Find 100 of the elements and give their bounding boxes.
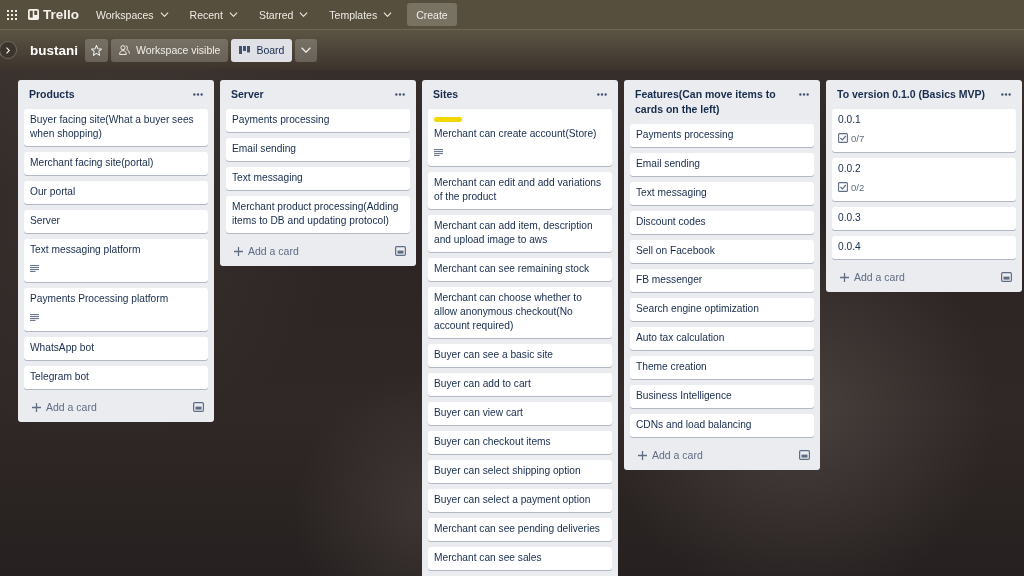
card-title: Text messaging xyxy=(636,186,707,200)
card-title: Buyer facing site(What a buyer sees when shopping) xyxy=(30,113,195,141)
add-card-button[interactable]: Add a card xyxy=(840,271,905,283)
card[interactable]: Merchant can create account(Store) xyxy=(428,109,612,166)
board-name: bustani xyxy=(30,42,78,58)
card[interactable]: 0.0.2 0/2 xyxy=(832,158,1016,201)
nav-menu-button[interactable]: Starred xyxy=(250,2,317,27)
card-title: Buyer can select shipping option xyxy=(434,464,581,478)
card[interactable]: Email sending xyxy=(630,153,814,176)
card[interactable]: Buyer can view cart xyxy=(428,402,612,425)
card[interactable]: Auto tax calculation xyxy=(630,327,814,350)
home-logo-link[interactable]: Trello xyxy=(28,7,79,22)
list-title: Sites xyxy=(433,87,460,102)
card[interactable]: Text messaging xyxy=(226,167,410,190)
card[interactable]: Sell on Facebook xyxy=(630,240,814,263)
card[interactable]: Merchant facing site(portal) xyxy=(24,152,208,175)
card-title: Our portal xyxy=(30,185,76,199)
card[interactable]: CDNs and load balancing xyxy=(630,414,814,437)
card[interactable]: Business Intelligence xyxy=(630,385,814,408)
card[interactable]: 0.0.3 xyxy=(832,207,1016,230)
expand-sidebar-button[interactable] xyxy=(0,41,17,59)
card[interactable]: Email sending xyxy=(226,138,410,161)
card-title: Email sending xyxy=(232,142,296,156)
card-title: Text messaging xyxy=(232,171,303,185)
card[interactable]: Buyer can select shipping option xyxy=(428,460,612,483)
card-title: Merchant can see pending deliveries xyxy=(434,522,600,536)
card-title: Payments processing xyxy=(636,128,734,142)
card[interactable]: Text messaging xyxy=(630,182,814,205)
card[interactable]: Server xyxy=(24,210,208,233)
create-button[interactable]: Create xyxy=(407,3,457,26)
apps-grid-icon[interactable] xyxy=(7,9,17,20)
card[interactable]: Discount codes xyxy=(630,211,814,234)
card-title: Merchant can choose whether to allow anonymous checkout(No account required) xyxy=(434,291,583,333)
template-icon[interactable] xyxy=(193,402,204,412)
card[interactable]: Merchant can see remaining stock xyxy=(428,258,612,281)
card[interactable]: Buyer can checkout items xyxy=(428,431,612,454)
add-card-button[interactable]: Add a card xyxy=(638,449,703,461)
card-title: Buyer can view cart xyxy=(434,406,523,420)
checklist-count: 0/7 xyxy=(851,132,865,144)
board-view-tab[interactable]: Board xyxy=(231,38,293,62)
list-title: To version 0.1.0 (Basics MVP) xyxy=(837,87,987,102)
card[interactable]: Payments processing xyxy=(630,124,814,147)
more-icon[interactable] xyxy=(1001,93,1011,96)
card[interactable]: Search engine optimization xyxy=(630,298,814,321)
card[interactable]: Merchant can see sales xyxy=(428,547,612,570)
view-switcher-button[interactable] xyxy=(295,38,318,62)
plus-icon xyxy=(638,450,647,460)
card[interactable]: Our portal xyxy=(24,181,208,204)
plus-icon xyxy=(234,246,243,256)
card-title: Merchant can see sales xyxy=(434,551,542,565)
more-icon[interactable] xyxy=(395,93,405,96)
card-title: Buyer can add to cart xyxy=(434,377,531,391)
card-title: Search engine optimization xyxy=(636,302,759,316)
card[interactable]: Buyer can add to cart xyxy=(428,373,612,396)
template-icon[interactable] xyxy=(395,246,406,256)
card-title: Merchant facing site(portal) xyxy=(30,156,154,170)
card-title: Buyer can see a basic site xyxy=(434,348,553,362)
list-title: Products xyxy=(29,87,76,102)
card[interactable]: Buyer can see a basic site xyxy=(428,344,612,367)
card-title: Payments processing xyxy=(232,113,330,127)
card-title: Theme creation xyxy=(636,360,707,374)
card[interactable]: Buyer can select a payment option xyxy=(428,489,612,512)
nav-menu-button[interactable]: Workspaces xyxy=(88,2,177,27)
more-icon[interactable] xyxy=(597,93,607,96)
card[interactable]: Text messaging platform xyxy=(24,239,208,282)
chevron-right-icon xyxy=(6,46,10,54)
card-title: Text messaging platform xyxy=(30,243,141,257)
chevron-down-icon xyxy=(159,12,169,17)
card[interactable]: Telegram bot xyxy=(24,366,208,389)
card-title: Telegram bot xyxy=(30,370,89,384)
list-title: Server xyxy=(231,87,265,102)
card[interactable]: 0.0.1 0/7 xyxy=(832,109,1016,152)
checklist-count: 0/2 xyxy=(851,181,865,193)
card-title: Merchant product processing(Adding items to DB and updating protocol) xyxy=(232,200,400,228)
card[interactable]: Merchant can choose whether to allow anonymous checkout(No account required) xyxy=(428,287,612,338)
card[interactable]: Merchant can add item, description and upload image to aws xyxy=(428,215,612,252)
card[interactable]: FB messenger xyxy=(630,269,814,292)
more-icon[interactable] xyxy=(799,93,809,96)
card[interactable]: Theme creation xyxy=(630,356,814,379)
add-card-button[interactable]: Add a card xyxy=(234,245,299,257)
card[interactable]: 0.0.4 xyxy=(832,236,1016,259)
add-card-button[interactable]: Add a card xyxy=(32,401,97,413)
nav-menu-button[interactable]: Recent xyxy=(181,2,246,27)
chevron-down-icon xyxy=(301,47,312,53)
card[interactable]: Merchant can edit and add variations of the product xyxy=(428,172,612,209)
chevron-down-icon xyxy=(228,12,238,17)
card[interactable]: Buyer facing site(What a buyer sees when shopping) xyxy=(24,109,208,146)
card[interactable]: Merchant product processing(Adding items to DB and updating protocol) xyxy=(226,196,410,233)
card-title: 0.0.1 xyxy=(838,113,861,127)
star-button[interactable] xyxy=(85,38,108,62)
more-icon[interactable] xyxy=(193,93,203,96)
board-icon xyxy=(239,46,251,54)
template-icon[interactable] xyxy=(799,450,810,460)
card[interactable]: Merchant can see pending deliveries xyxy=(428,518,612,541)
nav-menu-button[interactable]: Templates xyxy=(321,2,401,27)
card[interactable]: Payments Processing platform xyxy=(24,288,208,331)
card[interactable]: WhatsApp bot xyxy=(24,337,208,360)
card[interactable]: Payments processing xyxy=(226,109,410,132)
visibility-button[interactable]: Workspace visible xyxy=(111,38,229,62)
template-icon[interactable] xyxy=(1001,272,1012,282)
